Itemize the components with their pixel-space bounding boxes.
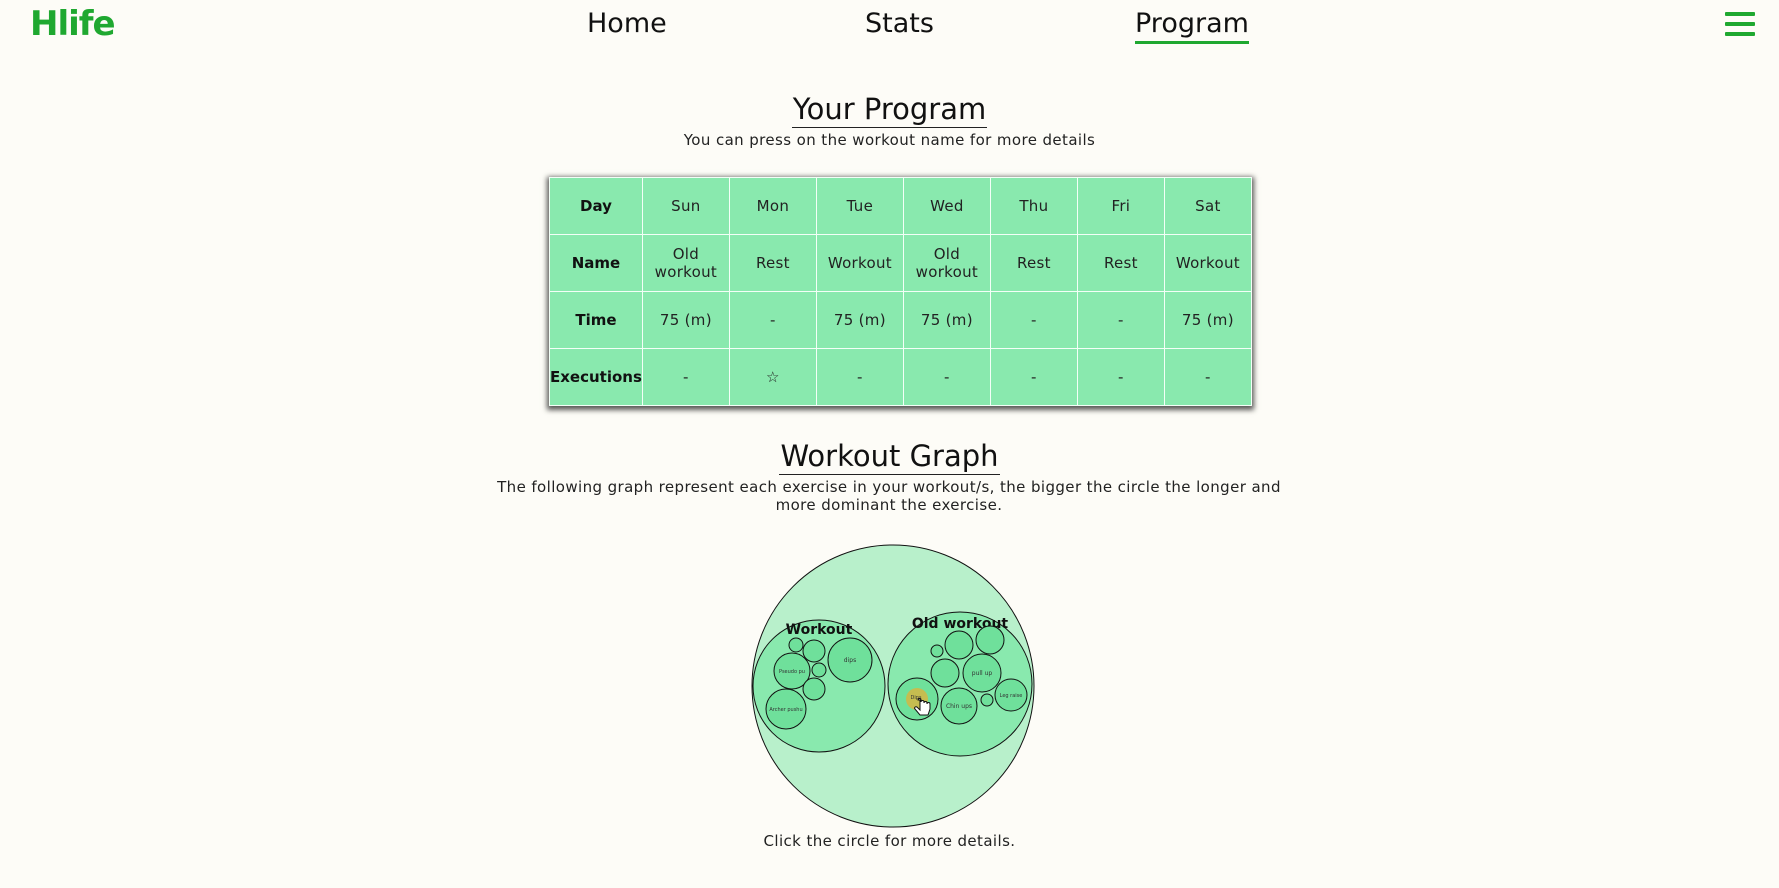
- exercise-circle[interactable]: [930, 644, 944, 658]
- rest-cell: Rest: [1076, 234, 1165, 292]
- workout-group-label: Workout: [786, 622, 853, 638]
- star-icon: ☆: [728, 348, 817, 406]
- exercise-circle[interactable]: [788, 637, 804, 653]
- time-cell: -: [728, 291, 817, 349]
- exercise-circle[interactable]: [930, 658, 960, 688]
- logo[interactable]: Hlife: [30, 4, 116, 44]
- workout-name-link[interactable]: Old workout: [902, 234, 991, 292]
- exercise-label: dips: [844, 657, 856, 664]
- day-cell: Mon: [728, 177, 817, 235]
- rest-cell: Rest: [989, 234, 1078, 292]
- nav-home-link[interactable]: Home: [587, 8, 667, 41]
- exercise-circle[interactable]: [980, 693, 994, 707]
- row-header-executions: Executions: [549, 348, 643, 406]
- executions-cell: -: [902, 348, 991, 406]
- graph-title: Workout Graph: [779, 439, 1000, 475]
- exercise-label: Chin ups: [946, 703, 972, 710]
- day-cell: Sun: [641, 177, 730, 235]
- hamburger-menu-icon[interactable]: [1725, 12, 1755, 42]
- row-header-time: Time: [549, 291, 643, 349]
- time-cell: -: [989, 291, 1078, 349]
- exercise-circle[interactable]: [802, 677, 826, 701]
- graph-description: The following graph represent each exerc…: [497, 478, 1281, 514]
- row-header-name: Name: [549, 234, 643, 292]
- day-cell: Tue: [815, 177, 904, 235]
- table-row-day: Day Sun Mon Tue Wed Thu Fri Sat: [549, 177, 1252, 235]
- executions-cell: -: [641, 348, 730, 406]
- time-cell: 75 (m): [641, 291, 730, 349]
- workout-name-link[interactable]: Old workout: [641, 234, 730, 292]
- time-cell: 75 (m): [815, 291, 904, 349]
- exercise-circle[interactable]: [975, 625, 1005, 655]
- table-row-time: Time 75 (m) - 75 (m) 75 (m) - - 75 (m): [549, 291, 1252, 349]
- nav-stats-link[interactable]: Stats: [865, 8, 934, 41]
- time-cell: 75 (m): [1163, 291, 1252, 349]
- executions-cell: -: [1076, 348, 1165, 406]
- day-cell: Fri: [1076, 177, 1165, 235]
- exercise-circle[interactable]: [944, 630, 974, 660]
- day-cell: Sat: [1163, 177, 1252, 235]
- rest-cell: Rest: [728, 234, 817, 292]
- day-cell: Wed: [902, 177, 991, 235]
- row-header-day: Day: [549, 177, 643, 235]
- time-cell: 75 (m): [902, 291, 991, 349]
- program-table: Day Sun Mon Tue Wed Thu Fri Sat Name Old…: [549, 177, 1252, 406]
- executions-cell: -: [815, 348, 904, 406]
- program-title: Your Program: [791, 92, 988, 128]
- graph-footer: Click the circle for more details.: [763, 832, 1016, 850]
- exercise-circle[interactable]: [811, 662, 827, 678]
- exercise-label: Pseudo pu: [779, 669, 805, 675]
- time-cell: -: [1076, 291, 1165, 349]
- nav-program-link[interactable]: Program: [1135, 8, 1249, 44]
- table-row-name: Name Old workout Rest Workout Old workou…: [549, 234, 1252, 292]
- exercise-circle[interactable]: [802, 639, 826, 663]
- executions-cell: -: [989, 348, 1078, 406]
- table-row-executions: Executions - ☆ - - - - -: [549, 348, 1252, 406]
- exercise-label: pull up: [972, 670, 993, 677]
- exercise-label: Leg raise: [1000, 693, 1023, 699]
- workout-bubble-graph[interactable]: Workout dips Pseudo pu Archer pushu Old …: [750, 543, 1036, 829]
- navbar: Hlife Home Stats Program: [0, 0, 1779, 50]
- workout-name-link[interactable]: Workout: [815, 234, 904, 292]
- program-subtitle: You can press on the workout name for mo…: [683, 131, 1096, 149]
- exercise-label: Archer pushu: [769, 707, 802, 713]
- day-cell: Thu: [989, 177, 1078, 235]
- workout-name-link[interactable]: Workout: [1163, 234, 1252, 292]
- executions-cell: -: [1163, 348, 1252, 406]
